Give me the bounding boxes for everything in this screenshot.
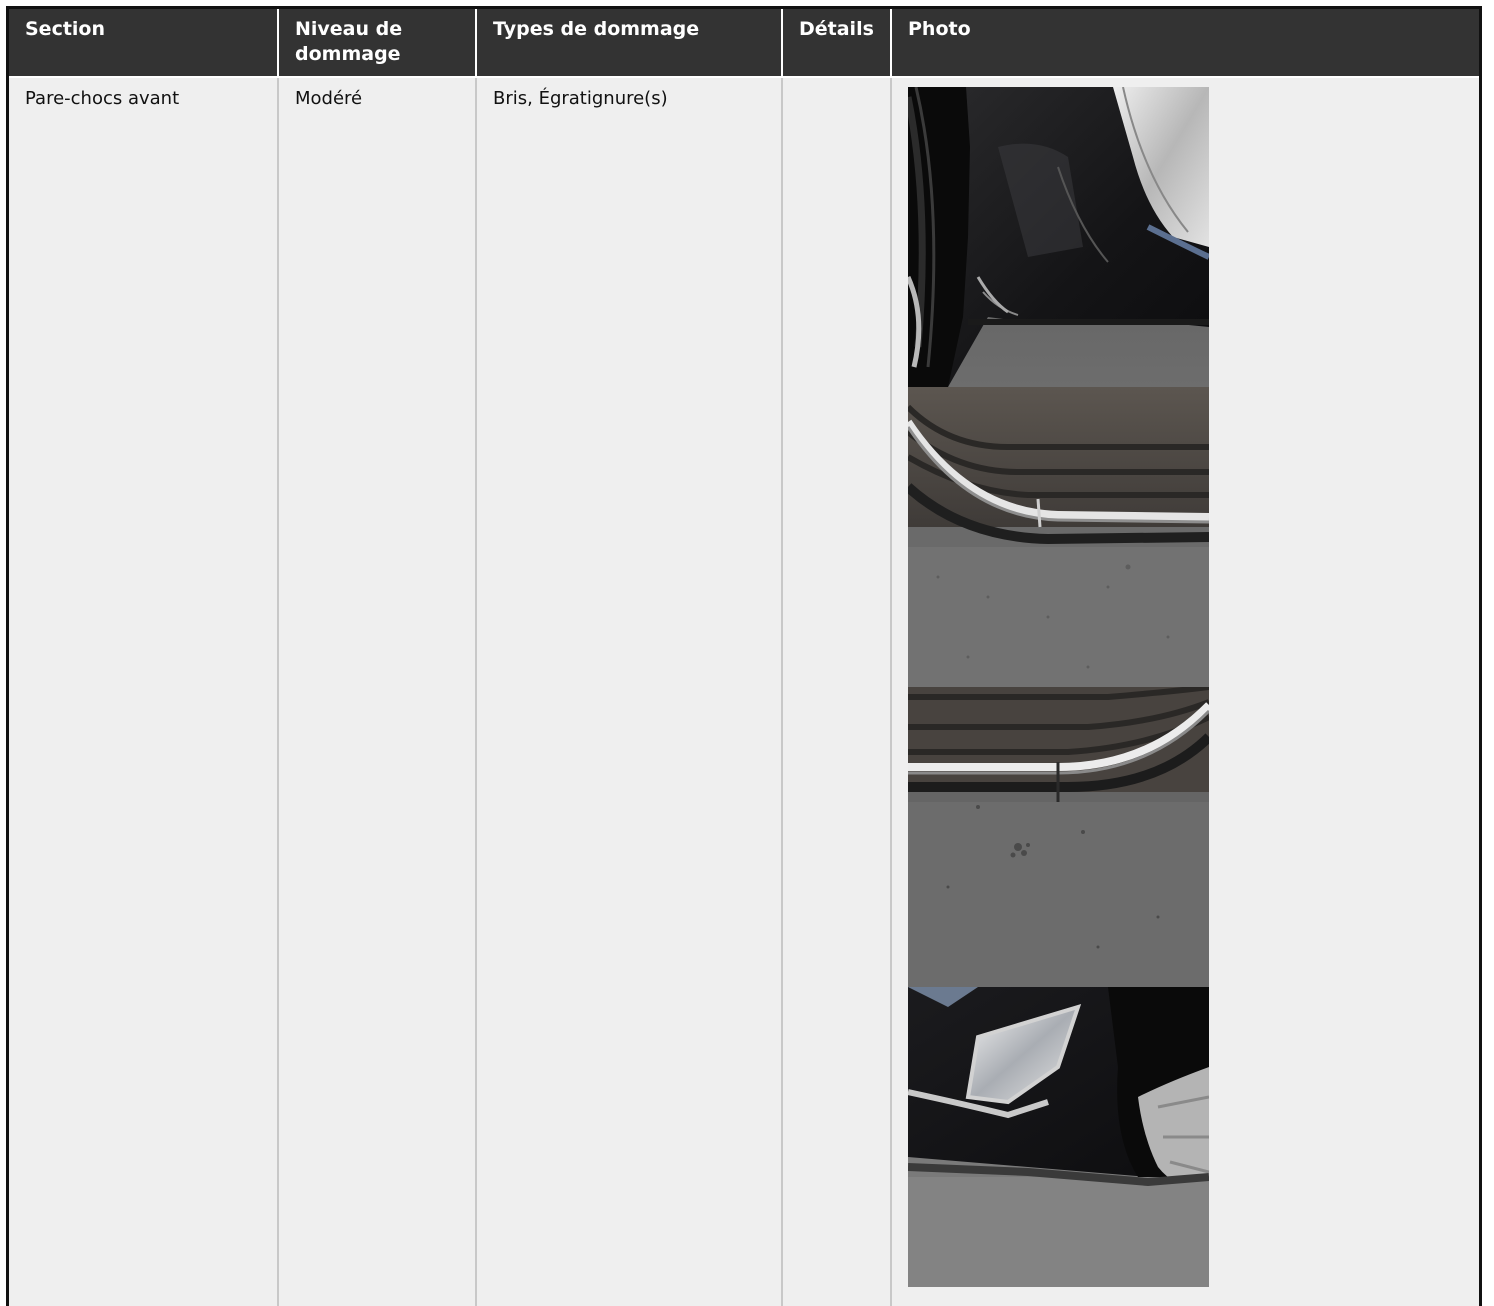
cell-details	[782, 77, 892, 1306]
photo-front-grille-chrome-right[interactable]	[908, 687, 1209, 987]
header-damage-level: Niveau de dommage	[278, 9, 477, 78]
header-photo: Photo	[891, 9, 1479, 78]
header-section: Section	[9, 9, 279, 78]
table-row: Pare-chocs avant Modéré Bris, Égratignur…	[9, 77, 1479, 1306]
cell-damage-level: Modéré	[278, 77, 477, 1306]
photo-front-bumper-wheel-corner[interactable]	[908, 87, 1209, 387]
cell-section: Pare-chocs avant	[9, 77, 279, 1306]
photo-stack	[908, 87, 1209, 1287]
damage-table: Section Niveau de dommage Types de domma…	[9, 9, 1479, 1306]
header-damage-types: Types de dommage	[476, 9, 783, 78]
damage-report-frame: Section Niveau de dommage Types de domma…	[6, 6, 1482, 1306]
photo-fog-light-corner[interactable]	[908, 987, 1209, 1287]
photo-front-grille-chrome-left[interactable]	[908, 387, 1209, 687]
cell-damage-types: Bris, Égratignure(s)	[476, 77, 783, 1306]
table-header-row: Section Niveau de dommage Types de domma…	[9, 9, 1479, 78]
header-details: Détails	[782, 9, 892, 78]
cell-photos	[891, 77, 1479, 1306]
